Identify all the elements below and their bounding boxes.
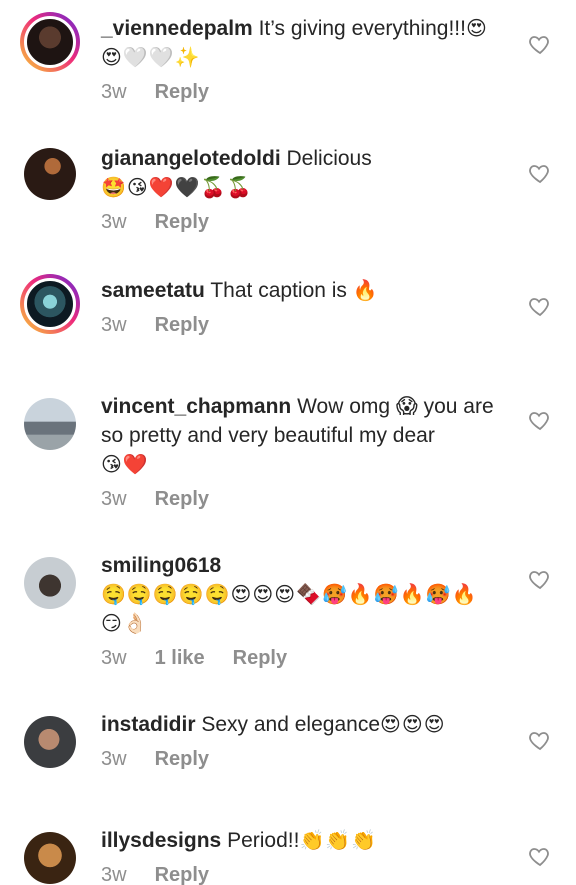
comment-text: That caption is bbox=[210, 279, 347, 302]
avatar[interactable] bbox=[20, 712, 80, 772]
comment-meta: 3w 1 like Reply bbox=[101, 644, 501, 673]
comment-time: 3w bbox=[101, 488, 127, 510]
comment-time: 3w bbox=[101, 314, 127, 336]
comment-text: Delicious bbox=[286, 147, 372, 170]
comment-time: 3w bbox=[101, 81, 127, 103]
avatar[interactable] bbox=[20, 828, 80, 885]
comment-time: 3w bbox=[101, 748, 127, 770]
comment-emojis: 🔥 bbox=[352, 278, 379, 302]
comment-time: 3w bbox=[101, 864, 127, 885]
comment-username[interactable]: gianangelotedoldi bbox=[101, 147, 281, 170]
comment-username[interactable]: vincent_chapmann bbox=[101, 395, 291, 418]
reply-button[interactable]: Reply bbox=[233, 644, 287, 673]
comment-text: Period!! bbox=[227, 829, 300, 852]
comment-text: Sexy and elegance bbox=[201, 713, 380, 736]
comment-username[interactable]: _viennedepalm bbox=[101, 17, 253, 40]
comment-emojis: 🤤🤤🤤🤤🤤😍😍😍🍫🥵🔥🥵🔥🥵🔥😏👌🏻 bbox=[101, 582, 478, 635]
comment-emojis: 😍😍😍 bbox=[380, 712, 446, 736]
comment-time: 3w bbox=[101, 211, 127, 233]
comment-username[interactable]: instadidir bbox=[101, 713, 196, 736]
heart-icon[interactable] bbox=[528, 728, 552, 752]
comment-username[interactable]: illysdesigns bbox=[101, 829, 221, 852]
comment-meta: 3w Reply bbox=[101, 745, 501, 774]
comment-username[interactable]: smiling0618 bbox=[101, 551, 501, 580]
reply-button[interactable]: Reply bbox=[155, 78, 209, 107]
reply-button[interactable]: Reply bbox=[155, 208, 209, 237]
reply-button[interactable]: Reply bbox=[155, 311, 209, 340]
comment-meta: 3w Reply bbox=[101, 485, 501, 514]
avatar[interactable] bbox=[20, 12, 80, 72]
heart-icon[interactable] bbox=[528, 567, 552, 591]
avatar[interactable] bbox=[20, 274, 80, 334]
avatar[interactable] bbox=[20, 394, 80, 454]
comment-meta: 3w Reply bbox=[101, 311, 501, 340]
comment-text: It’s giving everything!!! bbox=[258, 17, 466, 40]
comment-meta: 3w Reply bbox=[101, 208, 501, 237]
comment-username[interactable]: sameetatu bbox=[101, 279, 205, 302]
heart-icon[interactable] bbox=[528, 294, 552, 318]
comment-meta: 3w Reply bbox=[101, 861, 501, 885]
comment-emojis: 👏👏👏 bbox=[299, 828, 378, 852]
heart-icon[interactable] bbox=[528, 32, 552, 56]
reply-button[interactable]: Reply bbox=[155, 485, 209, 514]
likes-count[interactable]: 1 like bbox=[155, 644, 205, 673]
heart-icon[interactable] bbox=[528, 844, 552, 868]
heart-icon[interactable] bbox=[528, 408, 552, 432]
comment-emojis: 😘❤️ bbox=[101, 452, 149, 476]
comment-emojis: 🤩😘❤️🖤🍒🍒 bbox=[101, 175, 253, 199]
reply-button[interactable]: Reply bbox=[155, 745, 209, 774]
heart-icon[interactable] bbox=[528, 161, 552, 185]
comment-meta: 3w Reply bbox=[101, 78, 501, 107]
reply-button[interactable]: Reply bbox=[155, 861, 209, 885]
avatar[interactable] bbox=[20, 553, 80, 613]
comment-time: 3w bbox=[101, 647, 127, 669]
avatar[interactable] bbox=[20, 144, 80, 204]
